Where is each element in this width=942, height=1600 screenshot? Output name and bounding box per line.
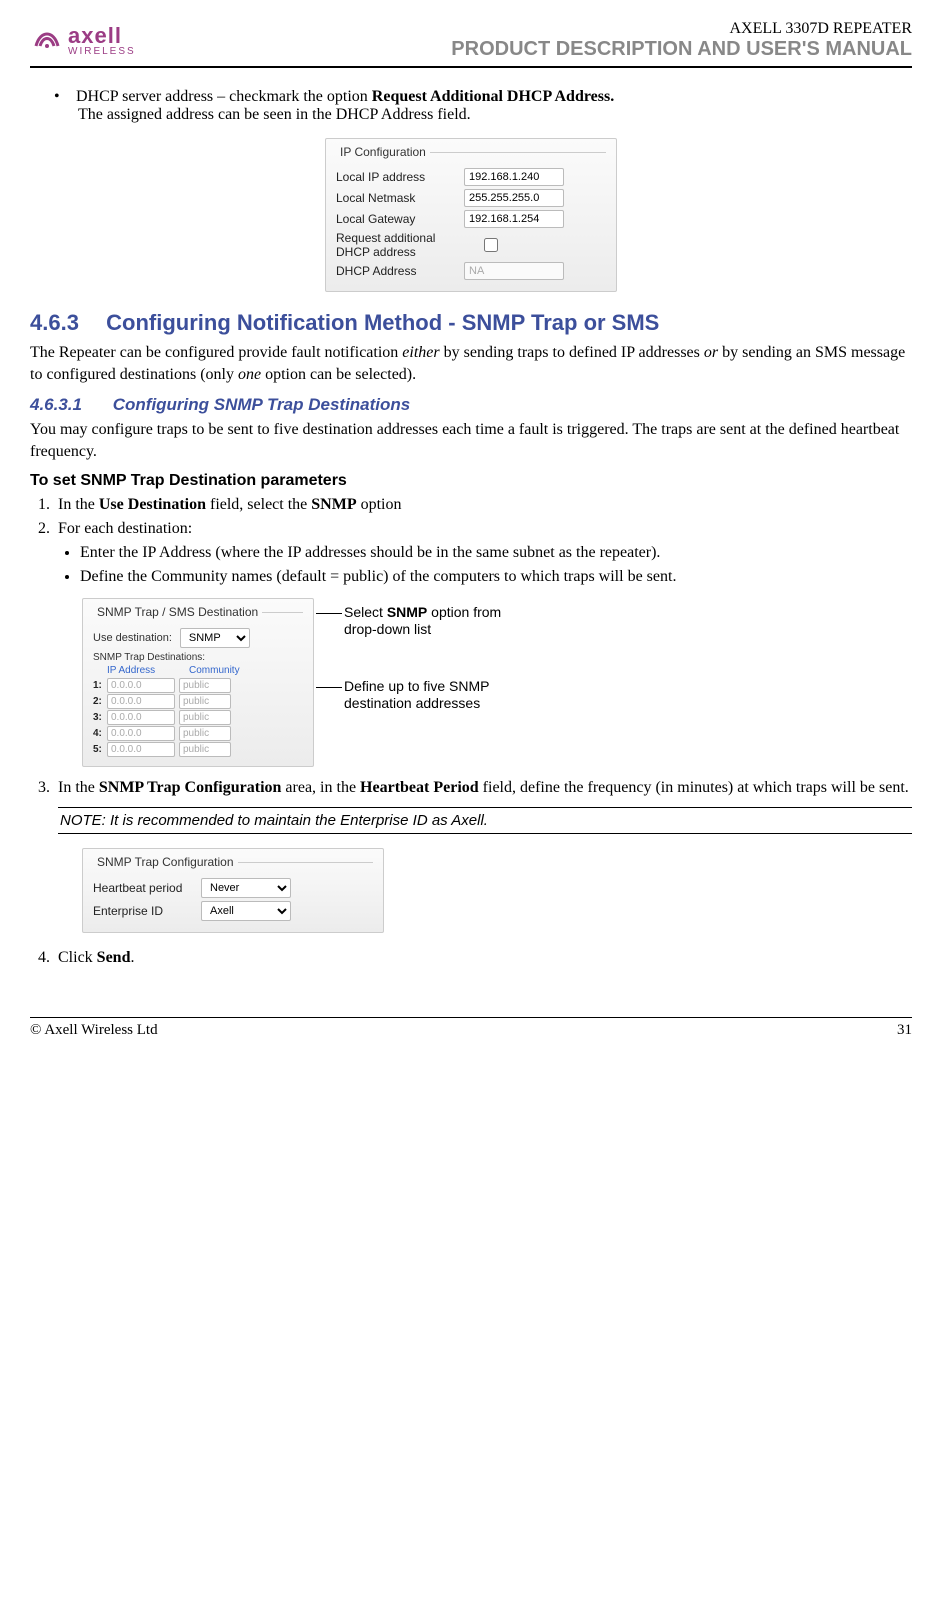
snmp-row-4: 4: [93,726,303,741]
ip-config-label-netmask: Local Netmask [336,191,456,205]
use-destination-select[interactable]: SNMP [180,628,250,648]
snmp-dest-legend: SNMP Trap / SMS Destination [93,605,262,619]
annotation-define-five: Define up to five SNMP destination addre… [344,678,501,712]
ip-config-legend: IP Configuration [336,145,430,159]
body-463: The Repeater can be configured provide f… [30,342,912,385]
brand-logo: axell WIRELESS [30,20,136,62]
snmp-row-2: 2: [93,694,303,709]
step-1: In the Use Destination field, select the… [54,496,912,514]
enterprise-select[interactable]: Axell [201,901,291,921]
intro-text-bold: Request Additional DHCP Address. [372,88,614,105]
step-4: Click Send. [54,949,912,967]
intro-text-line2: The assigned address can be seen in the … [78,106,471,123]
ip-config-label-dhcpaddr: DHCP Address [336,264,456,278]
snmp-row-3: 3: [93,710,303,725]
page-footer: © Axell Wireless Ltd 31 [30,1017,912,1039]
intro-bullet: • DHCP server address – checkmark the op… [78,88,912,124]
snmp-ip-5[interactable] [107,742,175,757]
snmp-comm-3[interactable] [179,710,231,725]
ip-config-input-dhcpaddr [464,262,564,280]
snmp-comm-2[interactable] [179,694,231,709]
intro-text-prefix: DHCP server address – checkmark the opti… [76,88,372,105]
snmp-trap-conf-panel: SNMP Trap Configuration Heartbeat period… [82,848,384,933]
snmp-comm-1[interactable] [179,678,231,693]
snmp-col-comm: Community [189,665,249,676]
heading-4631-title: Configuring SNMP Trap Destinations [113,395,411,414]
product-line: AXELL 3307D REPEATER [451,20,912,38]
heartbeat-select[interactable]: Never [201,878,291,898]
step-2: For each destination: Enter the IP Addre… [54,520,912,767]
heading-4631: 4.6.3.1 Configuring SNMP Trap Destinatio… [30,395,912,415]
page-header: axell WIRELESS AXELL 3307D REPEATER PROD… [30,20,912,68]
ip-config-panel: IP Configuration Local IP address Local … [325,138,617,292]
footer-copyright: © Axell Wireless Ltd [30,1022,158,1039]
logo-icon [30,20,64,62]
snmp-ip-2[interactable] [107,694,175,709]
figure-snmp-dest: SNMP Trap / SMS Destination Use destinat… [82,598,912,767]
snmp-table-label: SNMP Trap Destinations: [93,652,303,663]
ip-config-label-gateway: Local Gateway [336,212,456,226]
snmp-ip-4[interactable] [107,726,175,741]
snmp-comm-5[interactable] [179,742,231,757]
step-2b: Define the Community names (default = pu… [80,568,912,586]
doc-title: PRODUCT DESCRIPTION AND USER'S MANUAL [451,38,912,61]
figure-annotations: Select SNMP option from drop-down list D… [344,598,501,751]
snmp-comm-4[interactable] [179,726,231,741]
footer-page-number: 31 [897,1022,912,1039]
step-3: In the SNMP Trap Configuration area, in … [54,779,912,943]
ip-config-input-localip[interactable] [464,168,564,186]
ip-config-checkbox-request[interactable] [484,238,498,252]
snmp-col-ip: IP Address [107,665,181,676]
snmp-trap-conf-legend: SNMP Trap Configuration [93,855,238,869]
snmp-row-5: 5: [93,742,303,757]
ip-config-input-gateway[interactable] [464,210,564,228]
heading-463-number: 4.6.3 [30,310,100,336]
step-2a: Enter the IP Address (where the IP addre… [80,544,912,562]
use-destination-label: Use destination: [93,632,172,644]
brand-subtitle: WIRELESS [68,47,136,57]
ip-config-input-netmask[interactable] [464,189,564,207]
heartbeat-label: Heartbeat period [93,881,193,895]
body-4631: You may configure traps to be sent to fi… [30,419,912,462]
procedure-title: To set SNMP Trap Destination parameters [30,472,912,490]
brand-name: axell [68,25,136,47]
snmp-ip-1[interactable] [107,678,175,693]
heading-463: 4.6.3 Configuring Notification Method - … [30,310,912,336]
snmp-dest-panel: SNMP Trap / SMS Destination Use destinat… [82,598,314,767]
figure-ip-config: IP Configuration Local IP address Local … [30,138,912,292]
ip-config-label-localip: Local IP address [336,170,456,184]
heading-463-title: Configuring Notification Method - SNMP T… [106,310,659,335]
annotation-select-snmp: Select SNMP option from drop-down list [344,604,501,638]
ip-config-label-request: Request additional DHCP address [336,231,456,259]
enterprise-label: Enterprise ID [93,904,193,918]
snmp-row-1: 1: [93,678,303,693]
note-enterprise-id: NOTE: It is recommended to maintain the … [58,807,912,834]
heading-4631-number: 4.6.3.1 [30,395,108,415]
procedure-list: In the Use Destination field, select the… [30,496,912,967]
snmp-ip-3[interactable] [107,710,175,725]
